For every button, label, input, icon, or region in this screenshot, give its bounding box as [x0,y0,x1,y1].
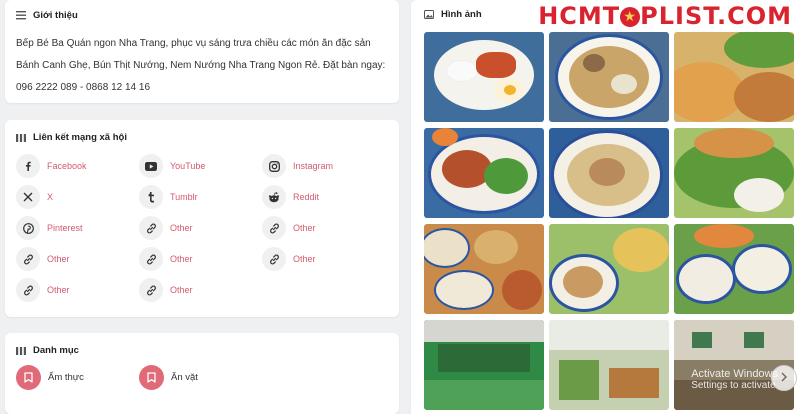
gallery-photo-noodle-soup[interactable] [549,128,669,218]
gallery-photo-spring-rolls[interactable] [674,32,794,122]
link-icon [139,247,163,271]
social-label: Tumblr [170,192,198,202]
category-title: Danh mục [33,345,79,356]
link-icon [262,216,286,240]
social-link-other[interactable]: Other [139,278,262,302]
facebook-icon [16,154,40,178]
about-card: Giới thiệu Bếp Bé Ba Quán ngon Nha Trang… [5,0,399,103]
category-item-an-vat[interactable]: Ăn vặt [139,365,262,390]
social-links-card: Liên kết mạng xã hội Facebook YouTube In… [5,120,399,317]
social-label: Instagram [293,161,334,171]
social-link-other[interactable]: Other [16,247,139,271]
social-link-x[interactable]: X [16,185,139,209]
social-label: Pinterest [47,223,83,233]
social-label: Other [47,254,70,264]
social-link-pinterest[interactable]: Pinterest [16,216,139,240]
social-label: Other [293,254,316,264]
x-icon [16,185,40,209]
link-icon [139,278,163,302]
windows-activation-overlay: Activate Windows Settings to activate [691,368,778,392]
tumblr-icon [139,185,163,209]
star-logo-icon: ★ [620,7,641,27]
gallery-photo-herbs-platter[interactable] [674,128,794,218]
social-link-other[interactable]: Other [139,216,262,240]
social-label: Reddit [293,192,320,202]
social-label: X [47,192,54,202]
gallery-photo-grilled-meat[interactable] [424,128,544,218]
pinterest-icon [16,216,40,240]
category-list: Ẩm thực Ăn vặt [16,365,388,390]
gallery-photo-table-spread[interactable] [424,224,544,314]
gallery-photo-rice-plate[interactable] [424,32,544,122]
category-label: Ẩm thực [48,372,84,383]
social-label: YouTube [170,161,206,171]
list-icon [16,11,26,21]
gallery-photo-dining-room[interactable] [549,320,669,410]
social-link-other[interactable]: Other [262,247,385,271]
social-label: Other [293,223,316,233]
social-header: Liên kết mạng xã hội [16,132,388,143]
link-icon [16,278,40,302]
bookmark-icon [139,365,164,390]
activation-subtitle: Settings to activate [691,380,776,391]
watermark-left: HCMT [538,2,621,30]
reddit-icon [262,185,286,209]
social-link-tumblr[interactable]: Tumblr [139,185,262,209]
category-item-am-thuc[interactable]: Ẩm thực [16,365,139,390]
about-phone: 096 2222 089 - 0868 12 14 16 [16,82,151,93]
chevron-right-icon [780,369,788,387]
gallery-photo-soup-bowl[interactable] [549,32,669,122]
link-icon [262,247,286,271]
about-line-1: Bếp Bé Ba Quán ngon Nha Trang, phục vụ s… [16,38,371,49]
social-label: Facebook [47,161,87,171]
gallery-title: Hình ảnh [441,9,482,20]
image-icon [424,10,434,20]
activation-title: Activate Windows [691,368,778,380]
category-label: Ăn vặt [171,372,198,383]
link-icon [139,216,163,240]
columns-icon [16,133,26,143]
bookmark-icon [16,365,41,390]
gallery-photo-mixed-dishes[interactable] [549,224,669,314]
gallery-photo-restaurant-sign[interactable] [424,320,544,410]
social-link-other[interactable]: Other [16,278,139,302]
watermark-right: PLIST.COM [640,2,792,30]
about-line-2: Bánh Canh Ghẹ, Bún Thịt Nướng, Nem Nướng… [16,60,386,71]
social-link-instagram[interactable]: Instagram [262,154,385,178]
gallery-photo-family-meal[interactable] [674,224,794,314]
social-link-facebook[interactable]: Facebook [16,154,139,178]
instagram-icon [262,154,286,178]
social-grid: Facebook YouTube Instagram X Tumblr Redd… [16,154,388,302]
social-title: Liên kết mạng xã hội [33,132,127,143]
social-link-youtube[interactable]: YouTube [139,154,262,178]
social-label: Other [47,285,70,295]
social-label: Other [170,285,193,295]
social-link-other[interactable]: Other [262,216,385,240]
scroll-next-button[interactable] [771,365,797,391]
category-header: Danh mục [16,345,388,356]
social-link-other[interactable]: Other [139,247,262,271]
photo-grid [424,32,794,410]
social-label: Other [170,254,193,264]
link-icon [16,247,40,271]
social-link-reddit[interactable]: Reddit [262,185,385,209]
gallery-photo-interior[interactable] [674,320,794,410]
hcmtoplist-watermark: HCMT ★ PLIST.COM [538,2,792,30]
gallery-card: Hình ảnh HCMT ★ PLIST.COM Activate Windo… [411,0,800,414]
columns-icon [16,346,26,356]
about-description: Bếp Bé Ba Quán ngon Nha Trang, phục vụ s… [16,33,388,99]
category-card: Danh mục Ẩm thực Ăn vặt [5,333,399,414]
social-label: Other [170,223,193,233]
about-title: Giới thiệu [33,10,78,21]
youtube-icon [139,154,163,178]
about-header: Giới thiệu [16,10,388,21]
